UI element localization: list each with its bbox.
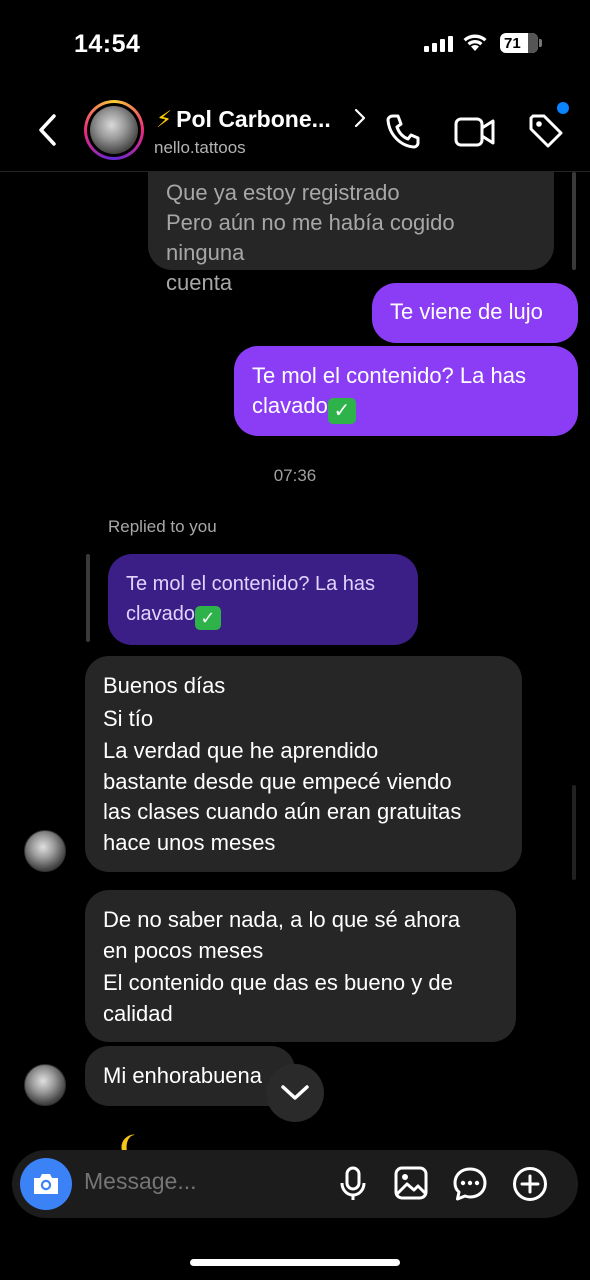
plus-icon[interactable]: [512, 1166, 548, 1202]
avatar[interactable]: [24, 1064, 66, 1106]
scroll-down-button[interactable]: [266, 1064, 324, 1122]
contact-username[interactable]: nello.tattoos: [154, 138, 246, 158]
message-list[interactable]: Que ya estoy registrado Pero aún no me h…: [0, 0, 590, 1280]
chevron-right-icon[interactable]: [354, 108, 366, 128]
check-emoji-icon: ✓: [194, 606, 221, 630]
camera-icon: [34, 1174, 58, 1194]
profile-avatar[interactable]: [84, 100, 144, 160]
scroll-indicator: [572, 172, 576, 270]
lightning-icon: ⚡: [156, 106, 173, 132]
incoming-message[interactable]: Mi enhorabuena: [85, 1046, 295, 1106]
outgoing-message[interactable]: Te mol el contenido? La has clavado ✓: [234, 346, 578, 436]
tag-icon[interactable]: [527, 112, 565, 150]
replied-label: Replied to you: [108, 517, 217, 536]
message-input[interactable]: [84, 1168, 314, 1195]
chevron-down-icon: [281, 1085, 309, 1100]
message-composer: [12, 1150, 578, 1218]
incoming-message[interactable]: Buenos días Si tío La verdad que he apre…: [85, 656, 522, 872]
home-indicator[interactable]: [190, 1259, 400, 1266]
contact-name[interactable]: ⚡ Pol Carbone...: [156, 106, 331, 133]
quoted-reply[interactable]: Te mol el contenido? La has clavado ✓: [108, 554, 418, 645]
video-camera-icon[interactable]: [454, 116, 496, 148]
timestamp: 07:36: [273, 466, 317, 485]
check-emoji-icon: ✓: [327, 398, 356, 424]
battery-level: 71: [504, 34, 521, 52]
microphone-icon[interactable]: [338, 1166, 368, 1202]
outgoing-message[interactable]: Te viene de lujo: [372, 283, 578, 343]
reply-bar: [86, 554, 90, 642]
gallery-icon[interactable]: [394, 1166, 428, 1200]
phone-icon[interactable]: [384, 112, 420, 150]
back-arrow-icon[interactable]: [34, 112, 62, 148]
chat-header: ⚡ Pol Carbone... nello.tattoos: [0, 90, 590, 172]
notification-dot: [557, 102, 569, 114]
incoming-message[interactable]: De no saber nada, a lo que sé ahora en p…: [85, 890, 516, 1042]
camera-button[interactable]: [20, 1158, 72, 1210]
sticker-chat-icon[interactable]: [452, 1166, 488, 1202]
avatar[interactable]: [24, 830, 66, 872]
